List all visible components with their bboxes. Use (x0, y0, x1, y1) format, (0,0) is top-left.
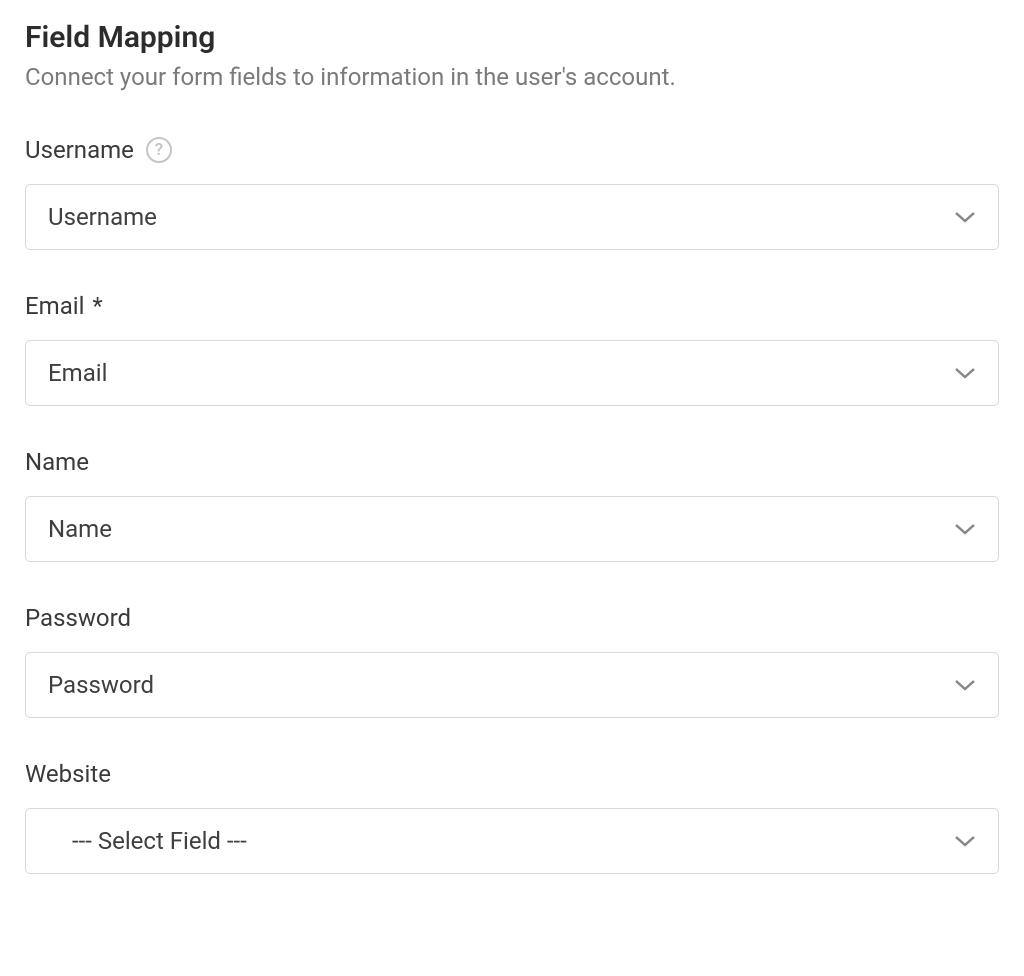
name-select[interactable]: Name (25, 496, 999, 562)
password-select[interactable]: Password (25, 652, 999, 718)
field-group-name: Name Name (25, 448, 999, 562)
section-subtitle: Connect your form fields to information … (25, 63, 999, 91)
field-label-row: Password (25, 604, 999, 632)
field-label-row: Email * (25, 292, 999, 320)
chevron-down-icon (954, 206, 976, 228)
username-select[interactable]: Username (25, 184, 999, 250)
email-select[interactable]: Email (25, 340, 999, 406)
password-select-value: Password (48, 671, 954, 699)
website-select-value: --- Select Field --- (72, 827, 954, 855)
field-label-row: Name (25, 448, 999, 476)
field-mapping-section: Field Mapping Connect your form fields t… (25, 20, 999, 874)
field-label-row: Website (25, 760, 999, 788)
field-label-row: Username ? (25, 136, 999, 164)
required-mark: * (86, 292, 102, 320)
field-group-website: Website --- Select Field --- (25, 760, 999, 874)
help-icon[interactable]: ? (146, 137, 172, 163)
name-select-value: Name (48, 515, 954, 543)
website-select[interactable]: --- Select Field --- (25, 808, 999, 874)
name-label: Name (25, 448, 89, 476)
username-select-value: Username (48, 203, 954, 231)
email-select-value: Email (48, 359, 954, 387)
field-group-password: Password Password (25, 604, 999, 718)
section-title: Field Mapping (25, 20, 999, 55)
field-group-email: Email * Email (25, 292, 999, 406)
email-label-text: Email (25, 292, 84, 320)
field-group-username: Username ? Username (25, 136, 999, 250)
chevron-down-icon (954, 674, 976, 696)
chevron-down-icon (954, 518, 976, 540)
chevron-down-icon (954, 362, 976, 384)
email-label: Email * (25, 292, 103, 320)
password-label: Password (25, 604, 131, 632)
website-label: Website (25, 760, 111, 788)
username-label: Username (25, 136, 134, 164)
chevron-down-icon (954, 830, 976, 852)
